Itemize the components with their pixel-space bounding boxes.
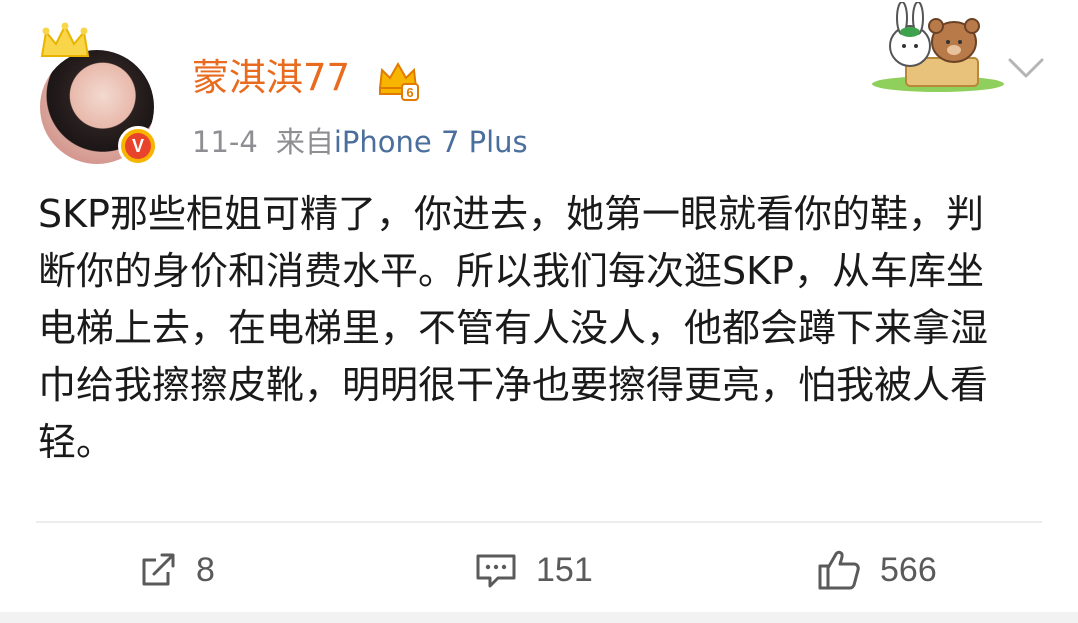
avatar-container[interactable]: V [36, 22, 158, 166]
like-button[interactable]: 566 [816, 540, 937, 600]
verified-letter: V [125, 133, 151, 159]
vip-level: 6 [406, 85, 413, 100]
comment-icon [476, 554, 516, 588]
verified-badge-icon: V [118, 126, 158, 166]
crown-icon [40, 22, 90, 57]
post-content: SKP那些柜姐可精了，你进去，她第一眼就看你的鞋，判断你的身价和消费水平。所以我… [38, 192, 989, 464]
comment-count: 151 [536, 550, 593, 589]
card-bottom-separator [0, 612, 1078, 623]
post-date: 11-4 [192, 125, 258, 159]
weibo-post-card: V 蒙淇淇77 6 11-4 来自iPhone 7 Plus SKP那些柜姐可精了… [0, 0, 1078, 623]
repost-button[interactable]: 8 [138, 540, 215, 600]
like-count: 566 [880, 550, 937, 589]
chevron-down-icon[interactable] [1006, 54, 1046, 82]
post-meta: 11-4 来自iPhone 7 Plus [192, 120, 528, 164]
repost-count: 8 [196, 550, 215, 589]
comment-button[interactable]: 151 [474, 540, 593, 600]
rabbit-bear-sticker [872, 2, 1004, 92]
thumbs-up-icon [818, 550, 860, 590]
divider [36, 521, 1042, 523]
username[interactable]: 蒙淇淇77 [192, 52, 350, 104]
vip-crown-icon[interactable]: 6 [376, 58, 420, 102]
source-device-link[interactable]: iPhone 7 Plus [334, 125, 528, 159]
source-label: 来自 [275, 125, 334, 159]
repost-icon [142, 553, 175, 586]
